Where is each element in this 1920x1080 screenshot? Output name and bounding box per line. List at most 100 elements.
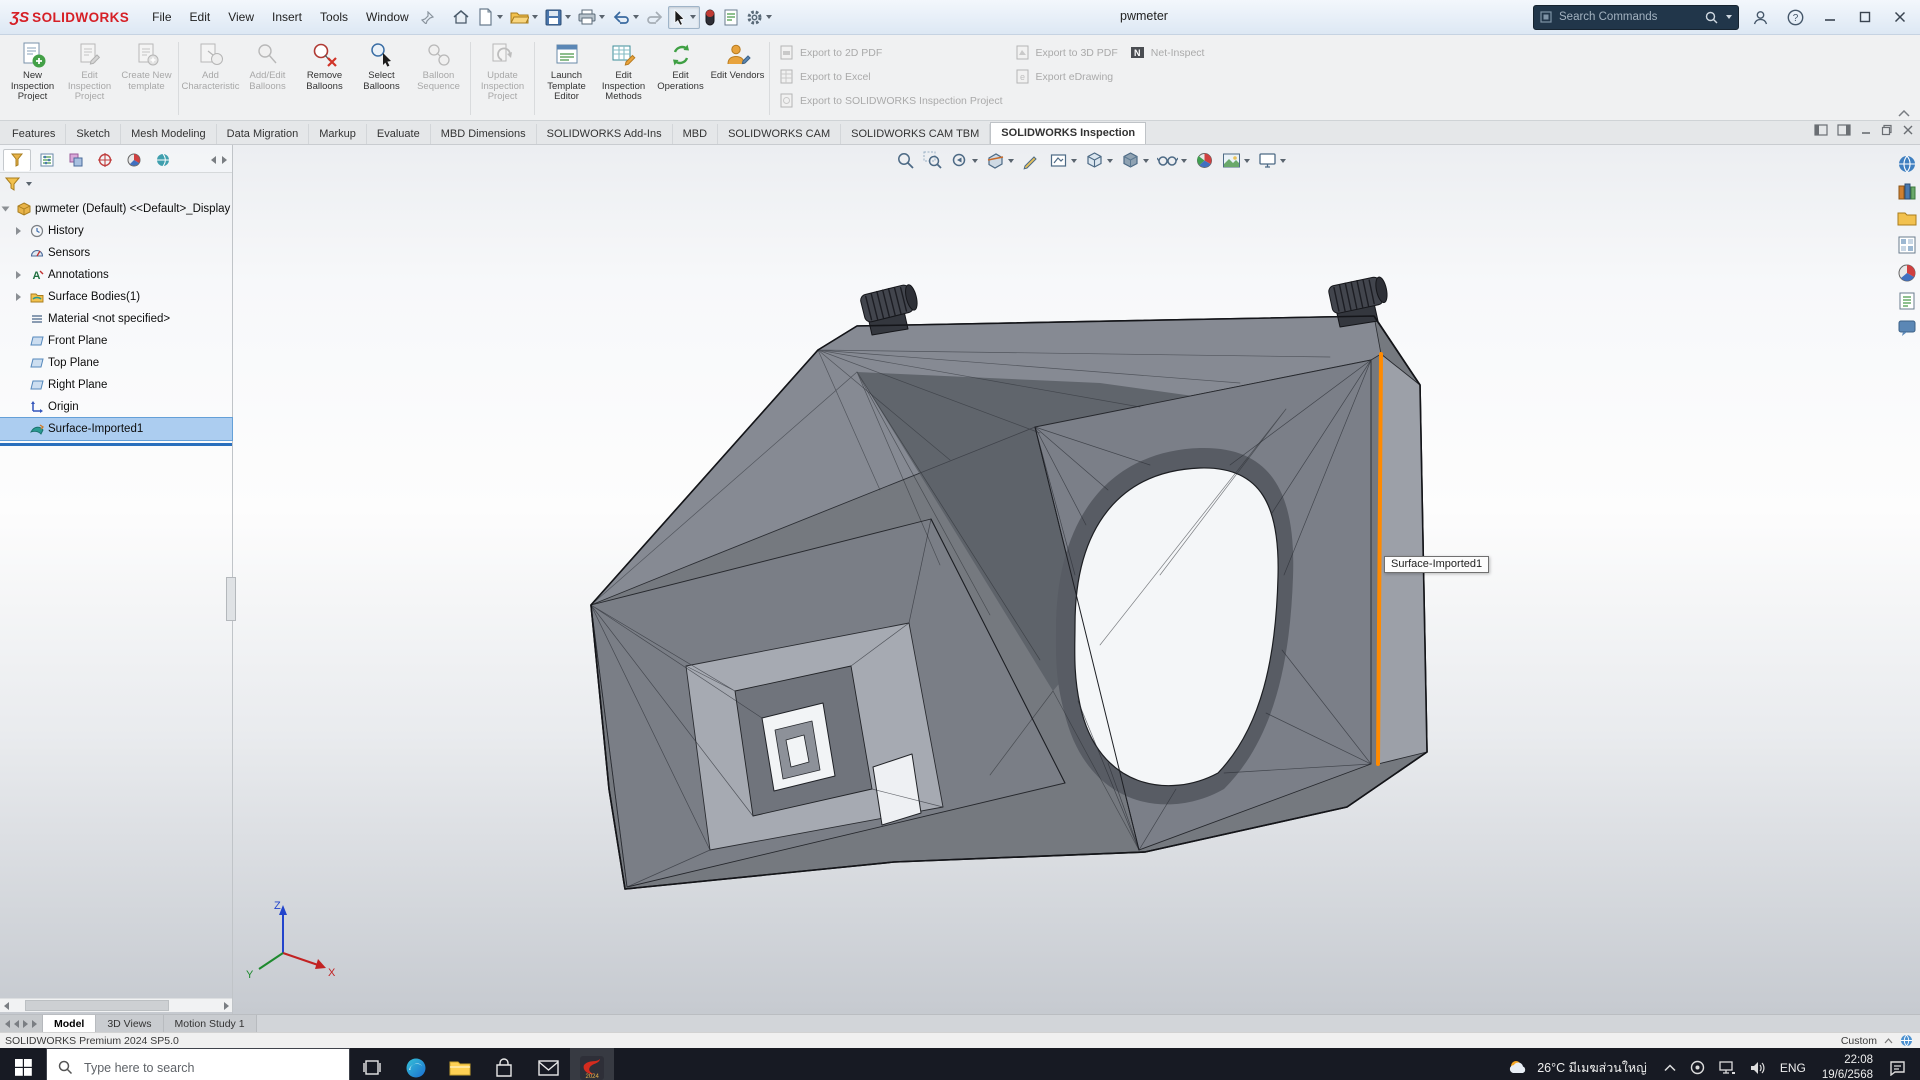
save-button[interactable] [542,7,574,28]
tree-item-right-plane[interactable]: Right Plane [0,374,232,396]
doc-restore-icon[interactable] [1881,124,1893,136]
display-state-text[interactable]: Custom [1841,1035,1877,1047]
hide-show-items-icon[interactable] [1154,150,1190,171]
edit-vendors-button[interactable]: Edit Vendors [709,37,766,120]
custom-properties-icon[interactable] [1897,291,1917,311]
search-icon[interactable] [1705,11,1718,24]
forum-icon[interactable] [1897,319,1917,337]
task-view-button[interactable] [350,1048,394,1080]
menu-file[interactable]: File [143,5,180,29]
edit-inspection-methods-button[interactable]: Edit Inspection Methods [595,37,652,120]
export-excel-button[interactable]: Export to Excel [779,69,1003,84]
add-edit-balloons-button[interactable]: Add/Edit Balloons [239,37,296,120]
help-icon[interactable]: ? [1781,5,1809,29]
dock-left-icon[interactable] [1814,124,1828,136]
zoom-to-area-icon[interactable] [920,149,945,172]
create-new-template-button[interactable]: Create New template [118,37,175,120]
model-viewport[interactable]: Z X Y [0,145,1920,1014]
apply-scene-icon[interactable] [1219,150,1253,171]
section-view-icon[interactable] [983,149,1017,172]
open-document-button[interactable] [507,7,541,27]
search-dropdown-icon[interactable] [1726,15,1732,19]
tree-item-surface-imported1[interactable]: Surface-Imported1 [0,418,232,440]
network-icon[interactable] [1712,1061,1743,1075]
web-help-globe-icon[interactable] [1900,1034,1913,1047]
graphics-area[interactable]: Z X Y [0,145,1920,1014]
panel-tab-scroll-right-icon[interactable] [222,156,227,164]
new-document-button[interactable] [474,6,506,28]
edit-operations-button[interactable]: Edit Operations [652,37,709,120]
propertymanager-tab[interactable] [34,149,60,170]
magnet-tool-icon[interactable] [701,7,719,28]
add-characteristic-button[interactable]: Add Characteristic [182,37,239,120]
tab-prev-icon[interactable] [14,1020,19,1028]
launch-template-editor-button[interactable]: Launch Template Editor [538,37,595,120]
display-state-caret-icon[interactable] [1884,1038,1893,1044]
taskbar-search-input[interactable] [82,1060,338,1076]
tray-chevron-icon[interactable] [1657,1064,1683,1072]
update-inspection-project-button[interactable]: Update Inspection Project [474,37,531,120]
tree-item-front-plane[interactable]: Front Plane [0,330,232,352]
tab-sketch[interactable]: Sketch [66,124,121,144]
panel-tab-scroll-left-icon[interactable] [211,156,216,164]
tree-item-origin[interactable]: Origin [0,396,232,418]
menu-insert[interactable]: Insert [263,5,311,29]
panel-splitter-handle[interactable] [226,577,236,621]
filter-funnel-icon[interactable] [5,177,20,191]
file-explorer-icon[interactable] [1897,210,1917,227]
solidworks-taskbar-button[interactable]: 2024 [570,1048,614,1080]
dynamic-annotation-icon[interactable] [1019,149,1044,172]
tab-solidworks-cam[interactable]: SOLIDWORKS CAM [718,124,841,144]
appearances-icon[interactable] [1897,263,1917,283]
new-inspection-project-button[interactable]: New Inspection Project [4,37,61,120]
volume-icon[interactable] [1743,1061,1773,1075]
view-orientation-icon[interactable] [1082,149,1116,172]
menu-tools[interactable]: Tools [311,5,357,29]
tab-markup[interactable]: Markup [309,124,367,144]
filter-dropdown-icon[interactable] [26,182,32,186]
edge-button[interactable] [394,1048,438,1080]
export-3d-pdf-button[interactable]: Export to 3D PDF [1015,45,1118,60]
export-edrawing-button[interactable]: e Export eDrawing [1015,69,1118,84]
tab-mbd-dimensions[interactable]: MBD Dimensions [431,124,537,144]
scroll-right-icon[interactable] [220,1002,232,1010]
store-button[interactable] [482,1048,526,1080]
properties-button[interactable] [720,7,742,28]
design-library-icon[interactable] [1897,182,1917,202]
action-center-icon[interactable] [1882,1060,1913,1076]
undo-button[interactable] [609,8,642,26]
tab-features[interactable]: Features [2,124,66,144]
export-2d-pdf-button[interactable]: Export to 2D PDF [779,45,1003,60]
model-tab[interactable]: Model [43,1015,96,1032]
motion-study-tab[interactable]: Motion Study 1 [164,1015,257,1032]
configurationmanager-tab[interactable] [63,149,89,170]
tree-item-annotations[interactable]: A Annotations [0,264,232,286]
command-search-input[interactable] [1557,10,1700,24]
dimxpertmanager-tab[interactable] [92,149,118,170]
doc-close-icon[interactable] [1902,124,1914,136]
tab-solidworks-add-ins[interactable]: SOLIDWORKS Add-Ins [537,124,673,144]
tree-item-surface-bodies[interactable]: Surface Bodies(1) [0,286,232,308]
tree-item-history[interactable]: History [0,220,232,242]
export-sw-inspection-button[interactable]: Export to SOLIDWORKS Inspection Project [779,93,1003,108]
home-button[interactable] [449,6,473,28]
file-explorer-button[interactable] [438,1048,482,1080]
tab-solidworks-cam-tbm[interactable]: SOLIDWORKS CAM TBM [841,124,990,144]
edit-appearance-icon[interactable] [1192,149,1217,172]
mail-button[interactable] [526,1048,570,1080]
command-search-box[interactable] [1533,5,1739,30]
redo-button[interactable] [643,8,667,26]
pin-menu-icon[interactable] [418,9,437,26]
tab-next-icon[interactable] [23,1020,28,1028]
cam-tree-tab[interactable] [150,149,176,170]
print-button[interactable] [575,7,608,27]
edit-inspection-project-button[interactable]: Edit Inspection Project [61,37,118,120]
select-tool-button[interactable] [668,6,700,29]
scroll-left-icon[interactable] [0,1002,12,1010]
clock-widget[interactable]: 22:08 19/6/2568 [1813,1053,1882,1080]
maximize-button[interactable] [1851,5,1879,29]
tray-app-icon[interactable] [1683,1060,1712,1075]
menu-window[interactable]: Window [357,5,418,29]
menu-view[interactable]: View [219,5,263,29]
ribbon-collapse-icon[interactable] [1898,110,1910,117]
